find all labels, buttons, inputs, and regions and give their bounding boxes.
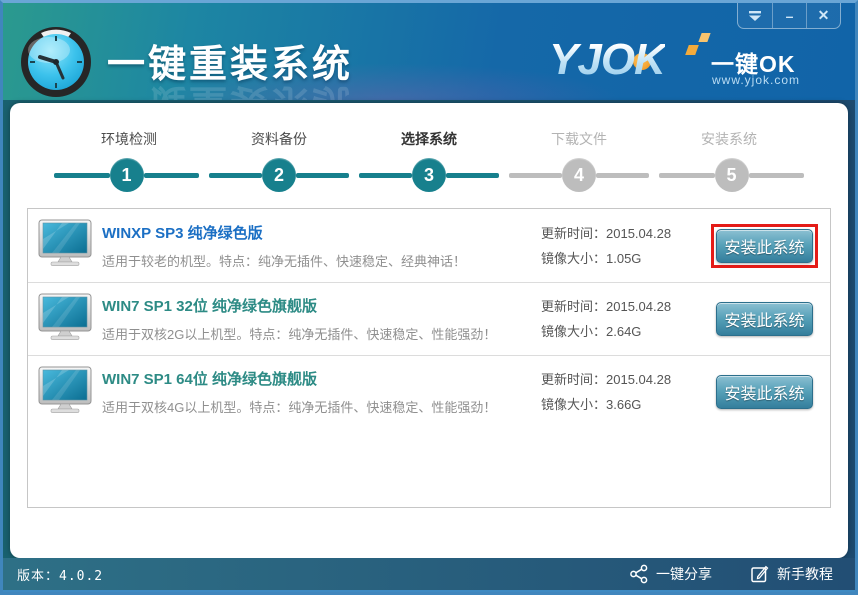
step-backup: 资料备份 2 xyxy=(204,129,354,192)
step-label: 选择系统 xyxy=(401,129,457,149)
version-label: 版本：4.0.2 xyxy=(17,565,103,584)
step-label: 下载文件 xyxy=(551,129,607,149)
monitor-icon xyxy=(38,366,92,419)
window-controls: – ✕ xyxy=(737,3,841,29)
step-choose-system: 选择系统 3 xyxy=(354,129,504,192)
system-meta: 更新时间：2015.04.28 镜像大小：3.66G xyxy=(541,367,711,417)
monitor-icon xyxy=(38,219,92,272)
collapse-icon xyxy=(748,10,762,22)
update-time: 更新时间：2015.04.28 xyxy=(541,294,711,319)
button-wrap: 安装此系统 xyxy=(711,297,818,341)
brand-name: YJOK xyxy=(549,35,665,85)
system-meta: 更新时间：2015.04.28 镜像大小：1.05G xyxy=(541,221,711,271)
system-meta: 更新时间：2015.04.28 镜像大小：2.64G xyxy=(541,294,711,344)
share-label: 一键分享 xyxy=(656,564,712,584)
app-window: 一键重装系统 一键重装系统 YJOK 一键OK www.yjok.com – ✕ xyxy=(0,0,858,595)
update-time: 更新时间：2015.04.28 xyxy=(541,221,711,246)
install-button-win7-32[interactable]: 安装此系统 xyxy=(716,302,813,336)
system-row-winxp: WINXP SP3 纯净绿色版 适用于较老的机型。特点：纯净无插件、快速稳定、经… xyxy=(28,209,830,282)
image-size: 镜像大小：3.66G xyxy=(541,392,711,417)
footer-links: 一键分享 新手教程 xyxy=(629,564,833,584)
button-wrap: 安装此系统 xyxy=(711,370,818,414)
step-install: 安装系统 5 xyxy=(654,129,804,192)
system-main-info: WIN7 SP1 64位 纯净绿色旗舰版 适用于双核4G以上机型。特点：纯净无插… xyxy=(102,368,541,416)
highlight-red-box: 安装此系统 xyxy=(711,224,818,268)
main-panel: 环境检测 1 资料备份 2 选择系统 3 下载文件 4 安装系统 5 xyxy=(10,103,848,558)
image-size: 镜像大小：2.64G xyxy=(541,319,711,344)
step-label: 安装系统 xyxy=(701,129,757,149)
system-row-win7-64: WIN7 SP1 64位 纯净绿色旗舰版 适用于双核4G以上机型。特点：纯净无插… xyxy=(28,355,830,428)
step-number: 5 xyxy=(715,158,749,192)
step-label: 环境检测 xyxy=(101,129,157,149)
footer-bar: 版本：4.0.2 一键分享 新手教程 xyxy=(3,558,855,592)
install-button-win7-64[interactable]: 安装此系统 xyxy=(716,375,813,409)
system-title: WIN7 SP1 32位 纯净绿色旗舰版 xyxy=(102,295,541,316)
close-button[interactable]: ✕ xyxy=(806,3,840,28)
system-description: 适用于较老的机型。特点：纯净无插件、快速稳定、经典神话！ xyxy=(102,251,541,270)
step-env-check: 环境检测 1 xyxy=(54,129,204,192)
system-main-info: WINXP SP3 纯净绿色版 适用于较老的机型。特点：纯净无插件、快速稳定、经… xyxy=(102,222,541,270)
system-list: WINXP SP3 纯净绿色版 适用于较老的机型。特点：纯净无插件、快速稳定、经… xyxy=(27,208,831,508)
tutorial-label: 新手教程 xyxy=(777,564,833,584)
tutorial-link[interactable]: 新手教程 xyxy=(750,564,833,584)
step-number: 3 xyxy=(412,158,446,192)
clock-logo-icon xyxy=(19,25,93,100)
app-title-reflection: 一键重装系统 xyxy=(107,79,353,100)
step-number: 1 xyxy=(110,158,144,192)
system-row-win7-32: WIN7 SP1 32位 纯净绿色旗舰版 适用于双核2G以上机型。特点：纯净无插… xyxy=(28,282,830,355)
system-title: WIN7 SP1 64位 纯净绿色旗舰版 xyxy=(102,368,541,389)
image-size: 镜像大小：1.05G xyxy=(541,246,711,271)
update-time: 更新时间：2015.04.28 xyxy=(541,367,711,392)
step-download: 下载文件 4 xyxy=(504,129,654,192)
monitor-icon xyxy=(38,293,92,346)
share-link[interactable]: 一键分享 xyxy=(629,564,712,584)
system-description: 适用于双核4G以上机型。特点：纯净无插件、快速稳定、性能强劲！ xyxy=(102,397,541,416)
system-description: 适用于双核2G以上机型。特点：纯净无插件、快速稳定、性能强劲！ xyxy=(102,324,541,343)
system-title: WINXP SP3 纯净绿色版 xyxy=(102,222,541,243)
brand-logo: YJOK 一键OK www.yjok.com xyxy=(549,33,817,89)
step-number: 4 xyxy=(562,158,596,192)
step-number: 2 xyxy=(262,158,296,192)
install-button-winxp[interactable]: 安装此系统 xyxy=(716,229,813,263)
brand-site-url: www.yjok.com xyxy=(712,73,800,87)
step-progress-bar: 环境检测 1 资料备份 2 选择系统 3 下载文件 4 安装系统 5 xyxy=(10,103,848,192)
step-label: 资料备份 xyxy=(251,129,307,149)
share-icon xyxy=(629,564,649,584)
collapse-button[interactable] xyxy=(738,3,772,28)
brand-square-accent xyxy=(685,45,699,55)
tutorial-pencil-icon xyxy=(750,564,770,584)
brand-square-accent-2 xyxy=(698,33,710,42)
header: 一键重装系统 一键重装系统 YJOK 一键OK www.yjok.com – ✕ xyxy=(3,3,855,100)
minimize-button[interactable]: – xyxy=(772,3,806,28)
system-main-info: WIN7 SP1 32位 纯净绿色旗舰版 适用于双核2G以上机型。特点：纯净无插… xyxy=(102,295,541,343)
